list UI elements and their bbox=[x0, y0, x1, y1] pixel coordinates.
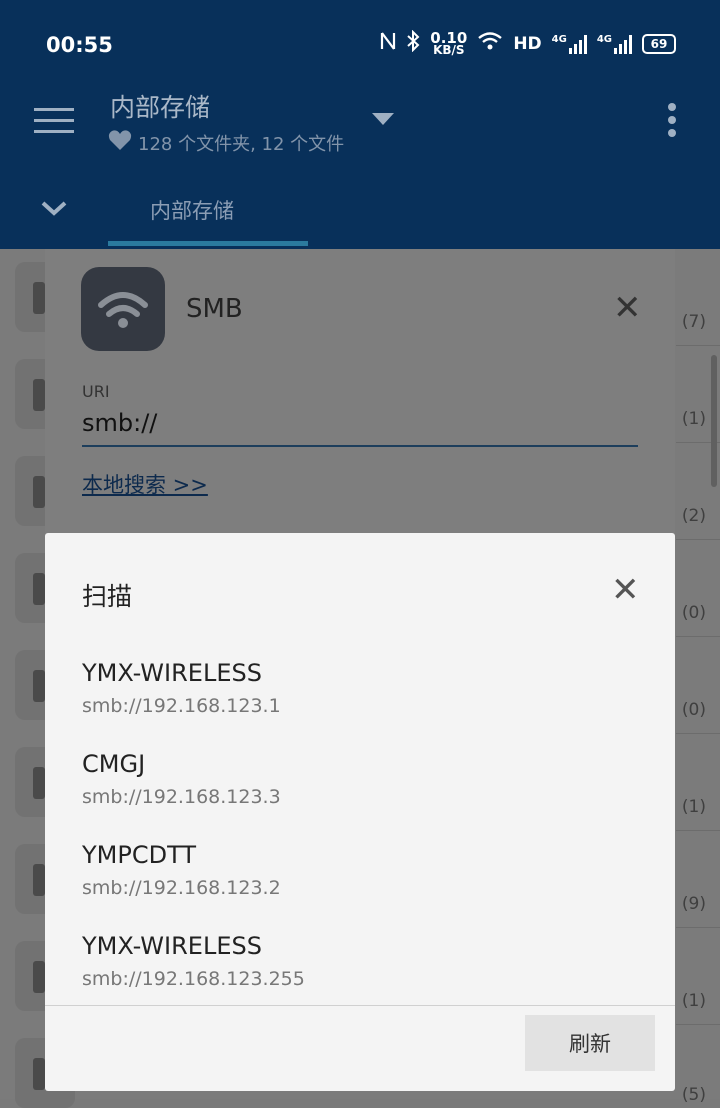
folder-count: (0) bbox=[681, 603, 706, 623]
nfc-icon bbox=[380, 31, 396, 56]
battery-icon: 69 bbox=[642, 33, 676, 54]
uri-label: URI bbox=[82, 382, 110, 401]
dropdown-arrow-icon[interactable] bbox=[372, 113, 394, 125]
scan-results-list: YMX-WIRELESS smb://192.168.123.1 CMGJ sm… bbox=[45, 643, 675, 1005]
dialog-title: SMB bbox=[186, 294, 243, 324]
bluetooth-icon bbox=[406, 29, 420, 57]
divider bbox=[676, 1024, 720, 1025]
chevron-down-icon[interactable] bbox=[40, 198, 68, 223]
folder-count: (5) bbox=[681, 1085, 706, 1105]
signal-icon-1: 4G bbox=[552, 34, 587, 54]
list-item[interactable]: YMX-WIRELESS smb://192.168.123.255 bbox=[45, 916, 675, 1005]
menu-icon[interactable] bbox=[34, 108, 74, 134]
heart-icon bbox=[108, 129, 132, 156]
device-url: smb://192.168.123.2 bbox=[82, 877, 281, 899]
hd-label: HD bbox=[513, 33, 542, 54]
close-icon[interactable]: ✕ bbox=[611, 573, 640, 607]
list-item[interactable]: CMGJ smb://192.168.123.3 bbox=[45, 734, 675, 825]
list-item[interactable]: YMPCDTT smb://192.168.123.2 bbox=[45, 825, 675, 916]
local-search-link[interactable]: 本地搜索 >> bbox=[82, 469, 208, 499]
status-bar: 00:55 0.10 KB/S HD 4G 4G 69 bbox=[0, 0, 720, 70]
signal-icon-2: 4G bbox=[597, 34, 632, 54]
refresh-button[interactable]: 刷新 bbox=[525, 1015, 655, 1071]
divider bbox=[676, 830, 720, 831]
divider bbox=[676, 539, 720, 540]
app-bar: 00:55 0.10 KB/S HD 4G 4G 69 内部存储 128 个文件… bbox=[0, 0, 720, 249]
folder-count: (1) bbox=[681, 797, 706, 817]
tab-indicator bbox=[108, 241, 308, 246]
folder-count: (9) bbox=[681, 894, 706, 914]
device-name: YMX-WIRELESS bbox=[82, 932, 262, 960]
folder-count: (0) bbox=[681, 700, 706, 720]
tab-internal-storage[interactable]: 内部存储 bbox=[150, 195, 234, 225]
scrollbar bbox=[711, 355, 717, 487]
device-url: smb://192.168.123.1 bbox=[82, 695, 281, 717]
status-icons: 0.10 KB/S HD 4G 4G 69 bbox=[380, 28, 676, 57]
scan-dialog: 扫描 ✕ YMX-WIRELESS smb://192.168.123.1 CM… bbox=[45, 533, 675, 1091]
device-url: smb://192.168.123.255 bbox=[82, 968, 305, 990]
divider bbox=[45, 1005, 675, 1006]
wifi-icon bbox=[477, 31, 503, 56]
more-options-icon[interactable] bbox=[668, 103, 676, 142]
page-title: 内部存储 bbox=[110, 93, 211, 122]
divider bbox=[676, 636, 720, 637]
divider bbox=[676, 733, 720, 734]
dialog-title: 扫描 bbox=[82, 582, 133, 611]
folder-count: (2) bbox=[681, 506, 706, 526]
list-item[interactable]: YMX-WIRELESS smb://192.168.123.1 bbox=[45, 643, 675, 734]
divider bbox=[676, 927, 720, 928]
device-url: smb://192.168.123.3 bbox=[82, 786, 281, 808]
divider bbox=[676, 345, 720, 346]
uri-input[interactable]: smb:// bbox=[82, 409, 157, 437]
input-underline bbox=[82, 445, 638, 447]
page-subtitle: 128 个文件夹, 12 个文件 bbox=[108, 129, 344, 156]
close-icon[interactable]: ✕ bbox=[613, 291, 642, 325]
smb-dialog: SMB ✕ URI smb:// 本地搜索 >> bbox=[45, 249, 675, 549]
device-name: CMGJ bbox=[82, 750, 146, 778]
folder-count: (1) bbox=[681, 409, 706, 429]
device-name: YMX-WIRELESS bbox=[82, 659, 262, 687]
status-time: 00:55 bbox=[46, 33, 113, 57]
folder-count: (1) bbox=[681, 991, 706, 1011]
wifi-icon bbox=[81, 267, 165, 351]
network-speed: 0.10 KB/S bbox=[430, 28, 468, 57]
device-name: YMPCDTT bbox=[82, 841, 196, 869]
folder-count: (7) bbox=[681, 312, 706, 332]
